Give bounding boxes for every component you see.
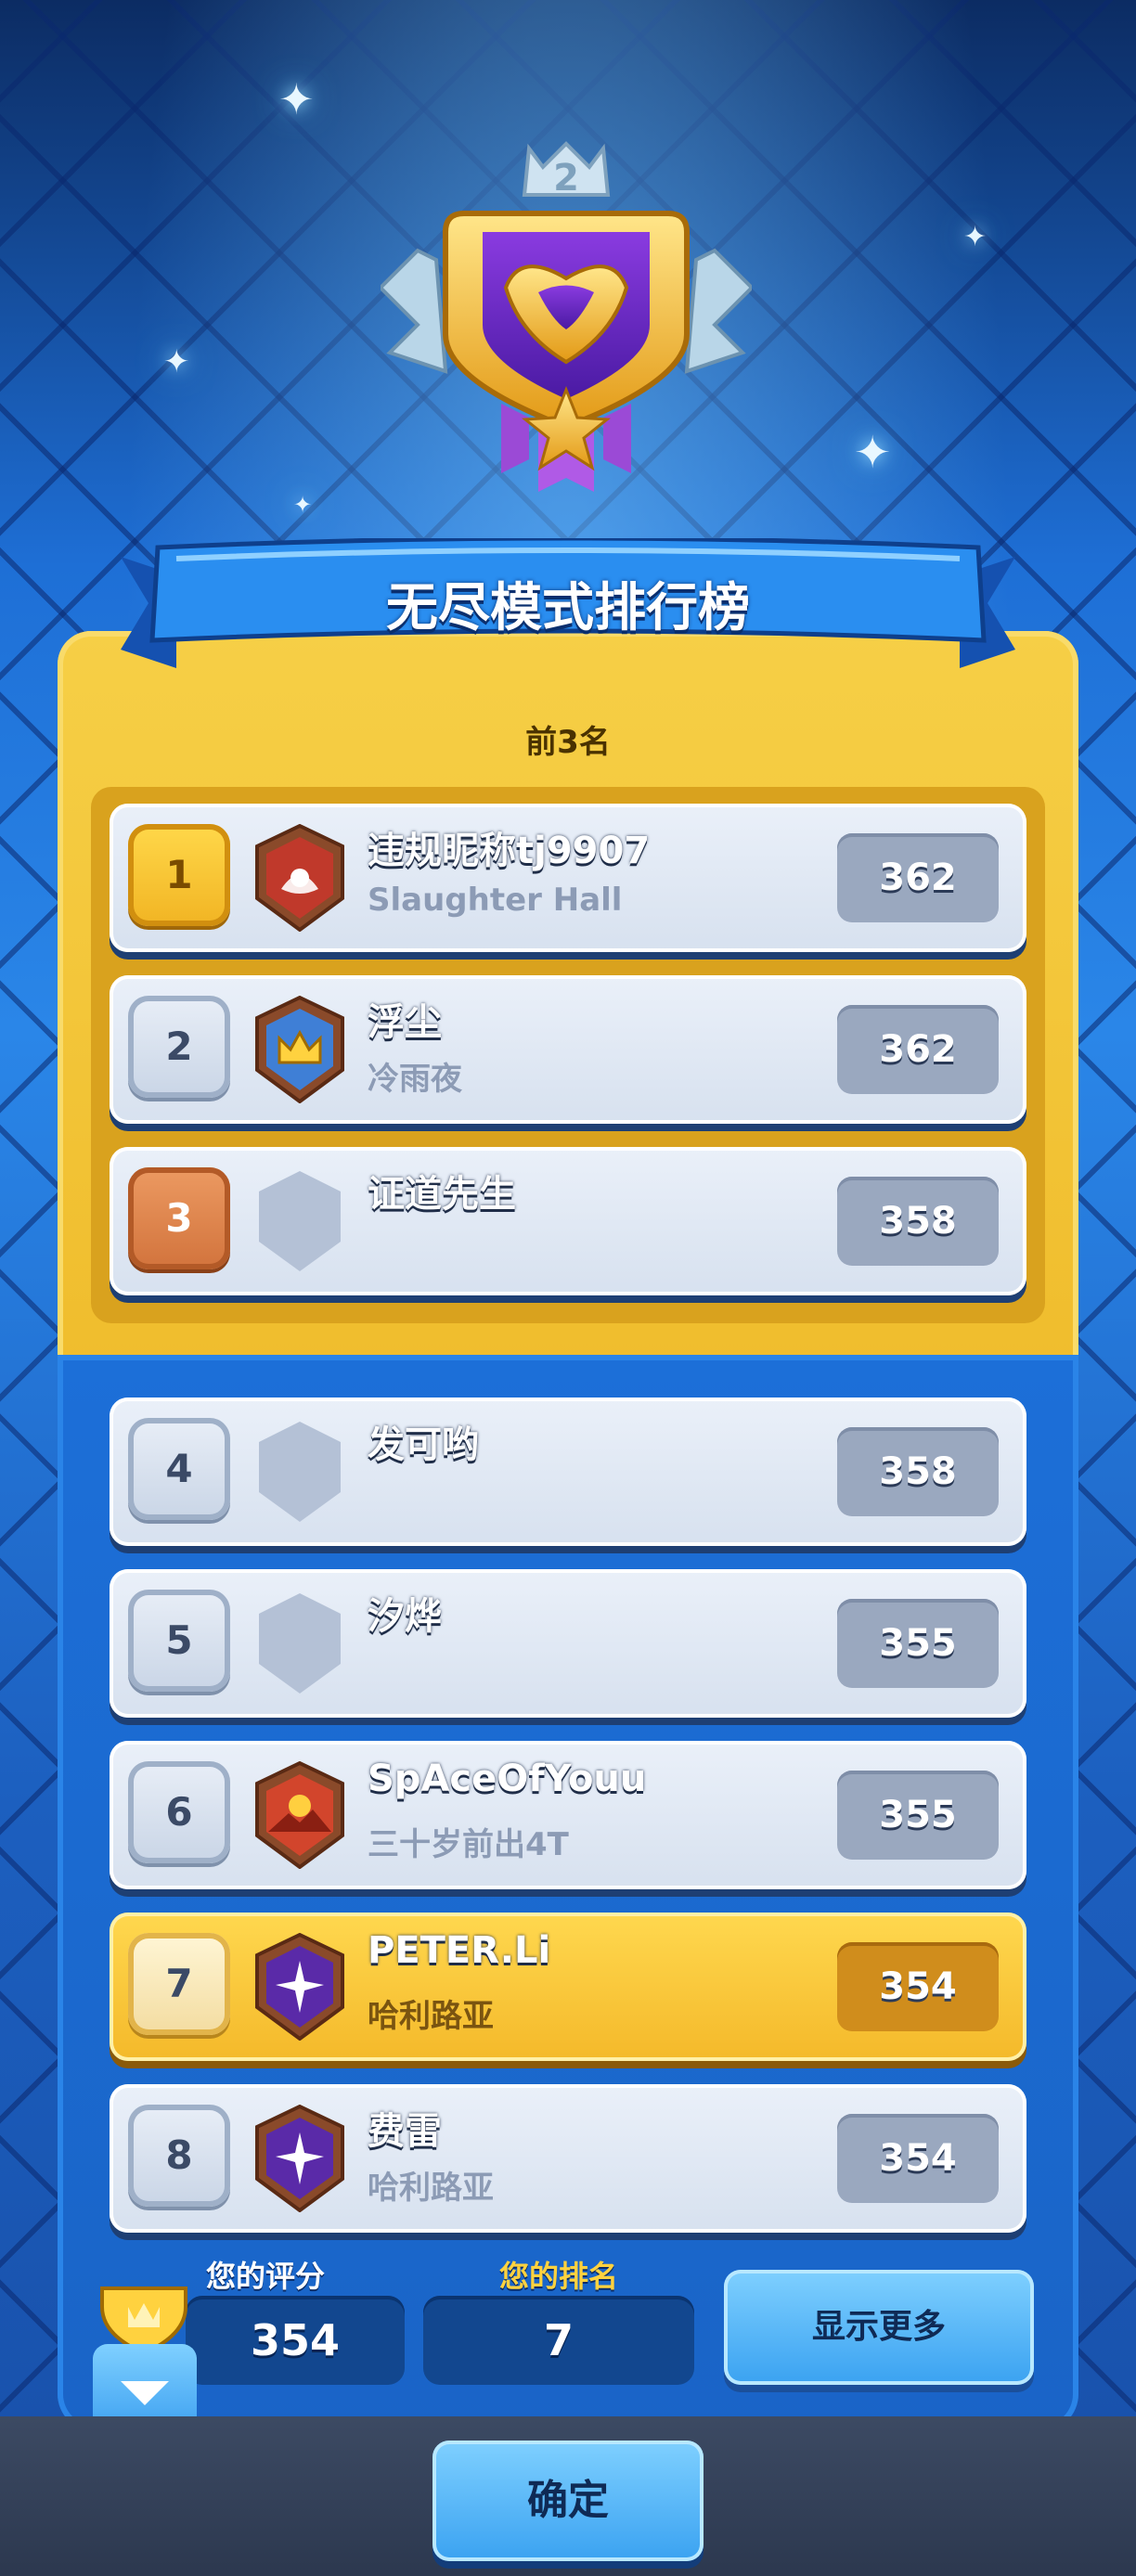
- leaderboard-row-3[interactable]: 3 证道先生 358: [110, 1147, 1026, 1295]
- show-more-button[interactable]: 显示更多: [724, 2270, 1034, 2385]
- player-name: 违规昵称tj9907: [368, 830, 651, 872]
- rank-badge: 5: [128, 1590, 230, 1692]
- mountain-sun-icon: [255, 1761, 344, 1869]
- clan-name: Slaughter Hall: [368, 882, 623, 919]
- your-rank-value: 7: [423, 2296, 694, 2385]
- empty-shield-icon: [259, 1171, 341, 1271]
- empty-shield-icon: [259, 1422, 341, 1522]
- empty-shield-icon: [259, 1593, 341, 1694]
- lotus-icon: [255, 824, 344, 932]
- player-name: SpAceOfYouu: [368, 1758, 647, 1800]
- trophy-score: 355: [837, 1771, 999, 1860]
- leaderboard-row-8[interactable]: 8 费雷 哈利路亚 354: [110, 2084, 1026, 2233]
- leaderboard-row-7-current-player[interactable]: 7 PETER.Li 哈利路亚 354: [110, 1913, 1026, 2061]
- your-score-label: 您的评分: [206, 2259, 326, 2294]
- trophy-score: 358: [837, 1177, 999, 1266]
- rank-badge: 6: [128, 1761, 230, 1863]
- player-name: 汐烨: [368, 1595, 442, 1638]
- rank-badge: 8: [128, 2105, 230, 2207]
- clan-name: 哈利路亚: [368, 1998, 494, 2035]
- svg-text:2: 2: [553, 157, 579, 200]
- trophy-score: 354: [837, 2114, 999, 2203]
- leaderboard-row-2[interactable]: 2 浮尘 冷雨夜 362: [110, 975, 1026, 1124]
- rank-badge: 3: [128, 1167, 230, 1269]
- player-name: 发可哟: [368, 1423, 479, 1466]
- your-score-value: 354: [186, 2296, 405, 2385]
- crown-icon: [255, 996, 344, 1103]
- your-rank-label: 您的排名: [499, 2259, 619, 2294]
- player-name: 费雷: [368, 2110, 442, 2153]
- confirm-button[interactable]: 确定: [432, 2441, 704, 2561]
- trophy-score: 362: [837, 1005, 999, 1094]
- clan-name: 冷雨夜: [368, 1061, 462, 1098]
- sparkle-icon: ✦: [293, 492, 313, 518]
- player-name: 浮尘: [368, 1001, 442, 1044]
- player-name: 证道先生: [368, 1173, 516, 1216]
- trophy-score: 355: [837, 1599, 999, 1688]
- rank-badge: 2: [128, 996, 230, 1098]
- rank-badge: 7: [128, 1933, 230, 2035]
- leaderboard-row-6[interactable]: 6 SpAceOfYouu 三十岁前出4T 355: [110, 1741, 1026, 1889]
- clan-name: 哈利路亚: [368, 2170, 494, 2207]
- star-burst-icon: [255, 1933, 344, 2041]
- leaderboard-row-5[interactable]: 5 汐烨 355: [110, 1569, 1026, 1718]
- page-title: 无尽模式排行榜: [386, 578, 750, 638]
- sparkle-icon: ✦: [278, 74, 315, 124]
- trophy-score: 362: [837, 833, 999, 922]
- clan-name: 三十岁前出4T: [368, 1826, 569, 1863]
- top3-label: 前3名: [525, 724, 611, 761]
- sparkle-icon: ✦: [163, 343, 190, 380]
- trophy-score: 358: [837, 1427, 999, 1516]
- leaderboard-row-1[interactable]: 1 违规昵称tj9907 Slaughter Hall 362: [110, 804, 1026, 952]
- sparkle-icon: ✦: [854, 427, 892, 479]
- arena-badge-icon: 2: [381, 141, 752, 492]
- leaderboard-row-4[interactable]: 4 发可哟 358: [110, 1397, 1026, 1546]
- sparkle-icon: ✦: [963, 221, 988, 253]
- rank-badge: 4: [128, 1418, 230, 1520]
- star-burst-icon: [255, 2105, 344, 2212]
- rank-badge: 1: [128, 824, 230, 926]
- player-name: PETER.Li: [368, 1929, 551, 1972]
- trophy-score: 354: [837, 1942, 999, 2031]
